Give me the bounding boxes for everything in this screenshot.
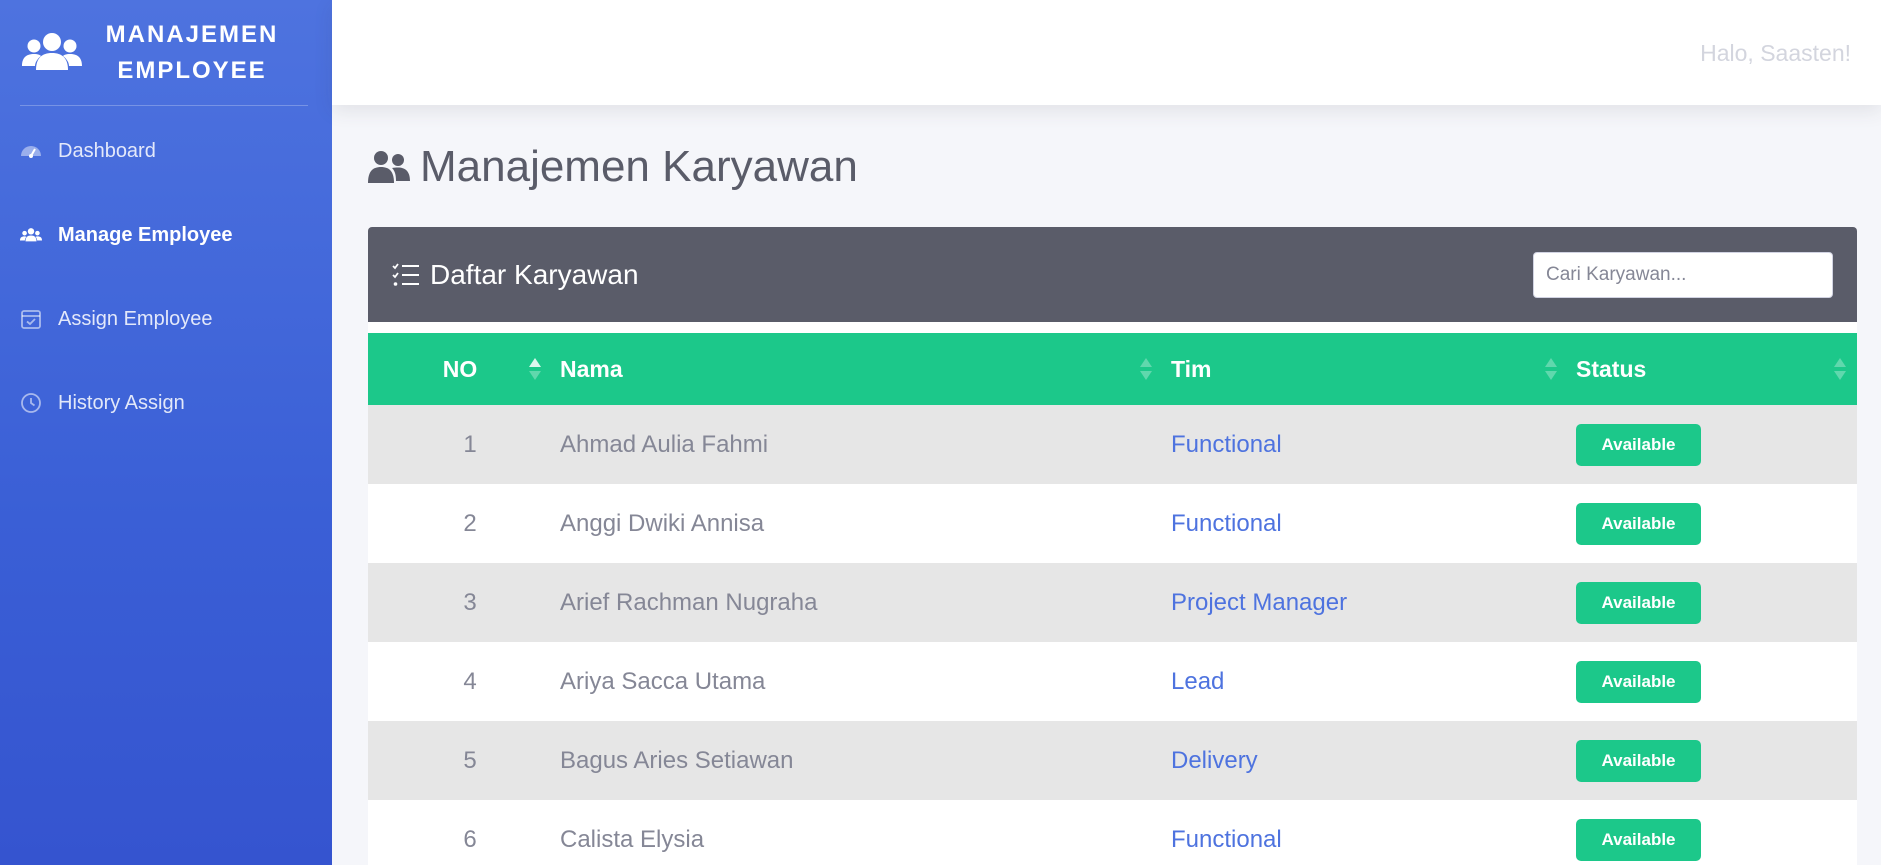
calendar-check-icon <box>21 310 41 329</box>
sidebar: MANAJEMEN EMPLOYEE Dashboard Manage Empl… <box>0 0 332 865</box>
card-title: Daftar Karyawan <box>430 258 639 290</box>
cell-nama: Calista Elysia <box>560 825 705 853</box>
cell-status: Available <box>1568 721 1857 800</box>
page-title-text: Manajemen Karyawan <box>420 142 858 191</box>
table-row: 6 Calista Elysia Functional Available <box>368 800 1857 865</box>
cell-status: Available <box>1568 642 1857 721</box>
cell-nama: Arief Rachman Nugraha <box>560 588 818 616</box>
sort-icon <box>1545 358 1557 380</box>
status-badge: Available <box>1576 739 1701 782</box>
table-row: 1 Ahmad Aulia Fahmi Functional Available <box>368 405 1857 484</box>
card-header: Daftar Karyawan <box>368 227 1857 322</box>
sidebar-divider <box>20 105 308 106</box>
employee-table: NO Nama Tim Status 1 Ahmad Aulia Fahmi F… <box>368 333 1857 865</box>
cell-no: 2 <box>463 509 477 537</box>
users-icon <box>20 228 42 242</box>
sidebar-item-label: Dashboard <box>58 139 156 162</box>
cell-tim-link[interactable]: Functional <box>1163 484 1568 563</box>
cell-nama: Ahmad Aulia Fahmi <box>560 430 769 458</box>
cell-tim-link[interactable]: Functional <box>1163 405 1568 484</box>
column-header-status[interactable]: Status <box>1568 333 1857 405</box>
table-row: 5 Bagus Aries Setiawan Delivery Availabl… <box>368 721 1857 800</box>
cell-status: Available <box>1568 405 1857 484</box>
cell-tim-link[interactable]: Delivery <box>1163 721 1568 800</box>
table-row: 4 Ariya Sacca Utama Lead Available <box>368 642 1857 721</box>
status-badge: Available <box>1576 660 1701 703</box>
list-check-icon <box>392 262 419 286</box>
sidebar-item-manage-employee[interactable]: Manage Employee <box>0 215 332 255</box>
brand-line-1: MANAJEMEN <box>105 20 279 48</box>
column-header-no[interactable]: NO <box>368 333 552 405</box>
cell-no: 5 <box>463 746 477 774</box>
column-header-label: NO <box>442 355 478 382</box>
users-icon <box>368 151 410 183</box>
user-greeting[interactable]: Halo, Saasten! <box>1700 40 1851 67</box>
cell-no: 3 <box>463 588 477 616</box>
employee-card: Daftar Karyawan NO Nama <box>368 227 1857 865</box>
gauge-icon <box>21 146 41 158</box>
brand-name: MANAJEMEN EMPLOYEE <box>92 17 292 89</box>
page-title: Manajemen Karyawan <box>368 142 858 192</box>
brand[interactable]: MANAJEMEN EMPLOYEE <box>0 0 332 105</box>
brand-line-2: EMPLOYEE <box>117 56 267 84</box>
column-header-tim[interactable]: Tim <box>1163 333 1568 405</box>
status-badge: Available <box>1576 502 1701 545</box>
column-header-label: Status <box>1576 355 1647 382</box>
column-header-label: Tim <box>1171 355 1212 382</box>
cell-status: Available <box>1568 800 1857 865</box>
clock-icon <box>21 393 41 413</box>
search-input[interactable] <box>1533 251 1833 298</box>
sort-icon <box>1140 358 1152 380</box>
cell-tim-link[interactable]: Project Manager <box>1163 563 1568 642</box>
sort-icon <box>1834 358 1846 380</box>
cell-nama: Ariya Sacca Utama <box>560 667 766 695</box>
table-header-row: NO Nama Tim Status <box>368 333 1857 405</box>
cell-nama: Anggi Dwiki Annisa <box>560 509 765 537</box>
sidebar-item-dashboard[interactable]: Dashboard <box>0 131 332 171</box>
cell-no: 1 <box>463 430 477 458</box>
cell-tim-link[interactable]: Lead <box>1163 642 1568 721</box>
sidebar-item-assign-employee[interactable]: Assign Employee <box>0 299 332 339</box>
cell-no: 4 <box>463 667 477 695</box>
table-row: 3 Arief Rachman Nugraha Project Manager … <box>368 563 1857 642</box>
cell-no: 6 <box>463 825 477 853</box>
sidebar-item-history-assign[interactable]: History Assign <box>0 383 332 423</box>
cell-status: Available <box>1568 563 1857 642</box>
status-badge: Available <box>1576 581 1701 624</box>
column-header-nama[interactable]: Nama <box>552 333 1163 405</box>
sidebar-item-label: Assign Employee <box>58 307 213 330</box>
column-header-label: Nama <box>560 355 623 382</box>
topbar: Halo, Saasten! <box>332 0 1881 105</box>
cell-nama: Bagus Aries Setiawan <box>560 746 794 774</box>
users-icon <box>22 32 82 70</box>
status-badge: Available <box>1576 423 1701 466</box>
sidebar-item-label: Manage Employee <box>58 223 233 246</box>
table-row: 2 Anggi Dwiki Annisa Functional Availabl… <box>368 484 1857 563</box>
cell-tim-link[interactable]: Functional <box>1163 800 1568 865</box>
sort-asc-icon <box>529 358 541 380</box>
cell-status: Available <box>1568 484 1857 563</box>
sidebar-item-label: History Assign <box>58 391 185 414</box>
status-badge: Available <box>1576 818 1701 861</box>
